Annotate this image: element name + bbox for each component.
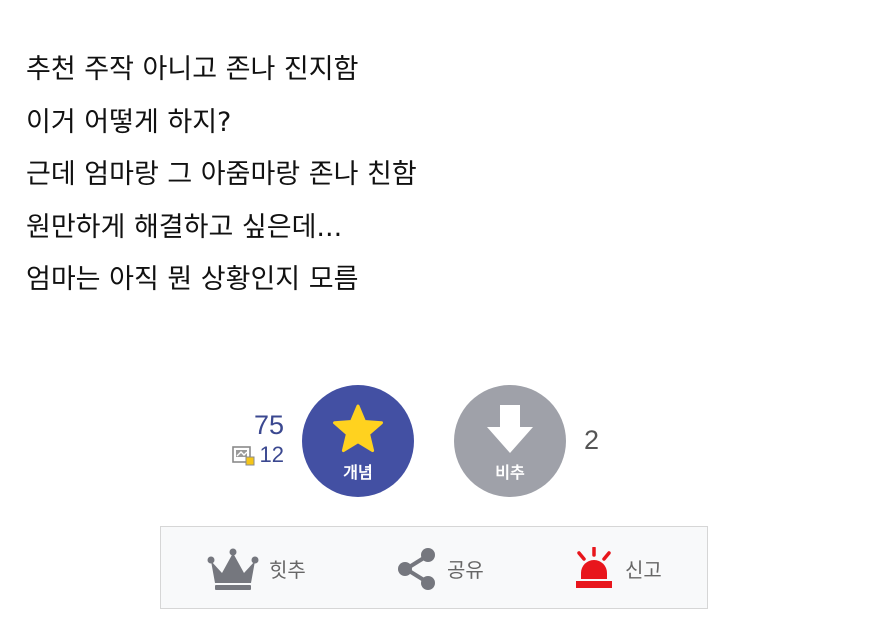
post-line: 추천 주작 아니고 존나 진지함 xyxy=(26,54,359,85)
upvote-button[interactable]: 개념 xyxy=(302,385,414,497)
crown-icon xyxy=(207,548,259,590)
share-button[interactable]: 공유 xyxy=(397,527,484,610)
post-action-bar: 힛추 공유 신고 xyxy=(160,526,708,609)
report-button[interactable]: 신고 xyxy=(573,527,662,610)
post-line: 원만하게 해결하고 싶은데... xyxy=(26,211,343,243)
down-arrow-icon xyxy=(487,405,533,453)
share-icon xyxy=(398,547,435,590)
upvote-counts: 75 12 xyxy=(200,408,284,468)
fixed-user-count: 12 xyxy=(259,442,284,467)
fixed-user-icon xyxy=(231,446,255,466)
downvote-count: 2 xyxy=(584,425,600,455)
hit-recommend-button[interactable]: 힛추 xyxy=(207,527,306,610)
post-page: 추천 주작 아니고 존나 진지함 이거 어떻게 하지? 근데 엄마랑 그 아줌마… xyxy=(0,0,870,640)
share-label: 공유 xyxy=(447,558,484,582)
hit-recommend-label: 힛추 xyxy=(269,558,306,582)
star-icon xyxy=(333,404,383,453)
post-body: 추천 주작 아니고 존나 진지함 이거 어떻게 하지? 근데 엄마랑 그 아줌마… xyxy=(26,44,417,307)
post-line: 근데 엄마랑 그 아줌마랑 존나 친함 xyxy=(26,159,417,190)
downvote-button[interactable]: 비추 xyxy=(454,385,566,497)
post-line: 이거 어떻게 하지? xyxy=(26,106,232,138)
siren-icon xyxy=(576,546,612,588)
fixed-user-upvotes: 12 xyxy=(200,442,284,468)
upvote-count: 75 xyxy=(253,410,284,440)
upvote-label: 개념 xyxy=(343,463,373,482)
downvote-label: 비추 xyxy=(495,463,525,482)
post-line: 엄마는 아직 뭔 상황인지 모름 xyxy=(26,264,359,295)
report-label: 신고 xyxy=(625,558,662,582)
